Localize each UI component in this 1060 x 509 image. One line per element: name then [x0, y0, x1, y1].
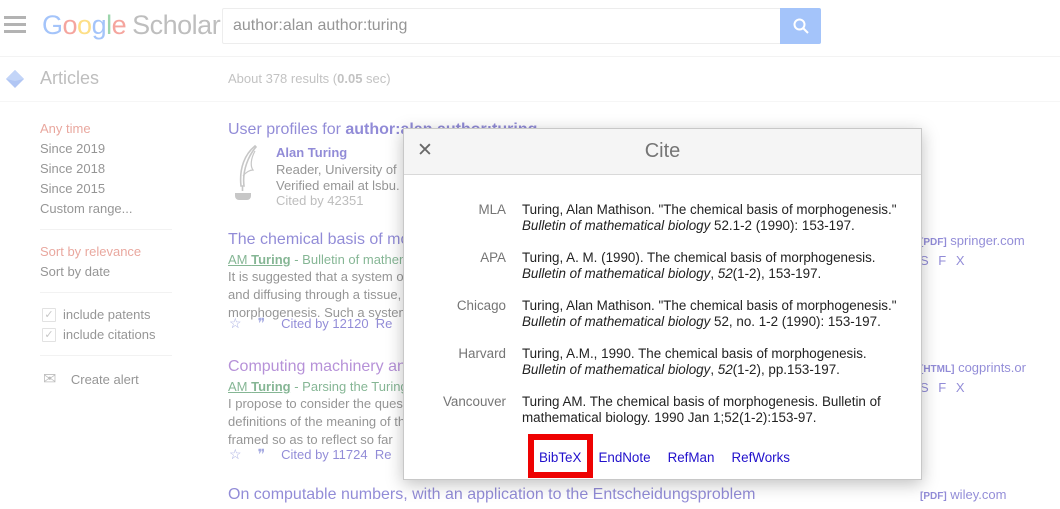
citation-text: Turing AM. The chemical basis of morphog…	[522, 394, 900, 426]
citation-list: MLA Turing, Alan Mathison. "The chemical …	[404, 202, 921, 442]
citation-row: MLA Turing, Alan Mathison. "The chemical …	[404, 202, 921, 234]
export-link-endnote[interactable]: EndNote	[598, 450, 650, 465]
citation-text: Turing, Alan Mathison. "The chemical bas…	[522, 298, 900, 330]
citation-style-label: APA	[404, 250, 506, 282]
citation-row: Chicago Turing, Alan Mathison. "The chemi…	[404, 298, 921, 330]
citation-text: Turing, A.M., 1990. The chemical basis o…	[522, 346, 900, 378]
export-link-refman[interactable]: RefMan	[668, 450, 715, 465]
cite-dialog: ✕ Cite MLA Turing, Alan Mathison. "The ch…	[403, 128, 922, 480]
citation-style-label: Chicago	[404, 298, 506, 330]
citation-row: APA Turing, A. M. (1990). The chemical ba…	[404, 250, 921, 282]
citation-text: Turing, A. M. (1990). The chemical basis…	[522, 250, 900, 282]
annotation-highlight-box	[528, 434, 593, 478]
citation-row: Vancouver Turing AM. The chemical basis o…	[404, 394, 921, 426]
citation-style-label: MLA	[404, 202, 506, 234]
citation-style-label: Vancouver	[404, 394, 506, 426]
cite-dialog-header: ✕ Cite	[404, 129, 921, 175]
citation-style-label: Harvard	[404, 346, 506, 378]
citation-row: Harvard Turing, A.M., 1990. The chemical …	[404, 346, 921, 378]
cite-dialog-title: Cite	[404, 140, 921, 163]
export-link-refworks[interactable]: RefWorks	[731, 450, 790, 465]
citation-text: Turing, Alan Mathison. "The chemical bas…	[522, 202, 900, 234]
